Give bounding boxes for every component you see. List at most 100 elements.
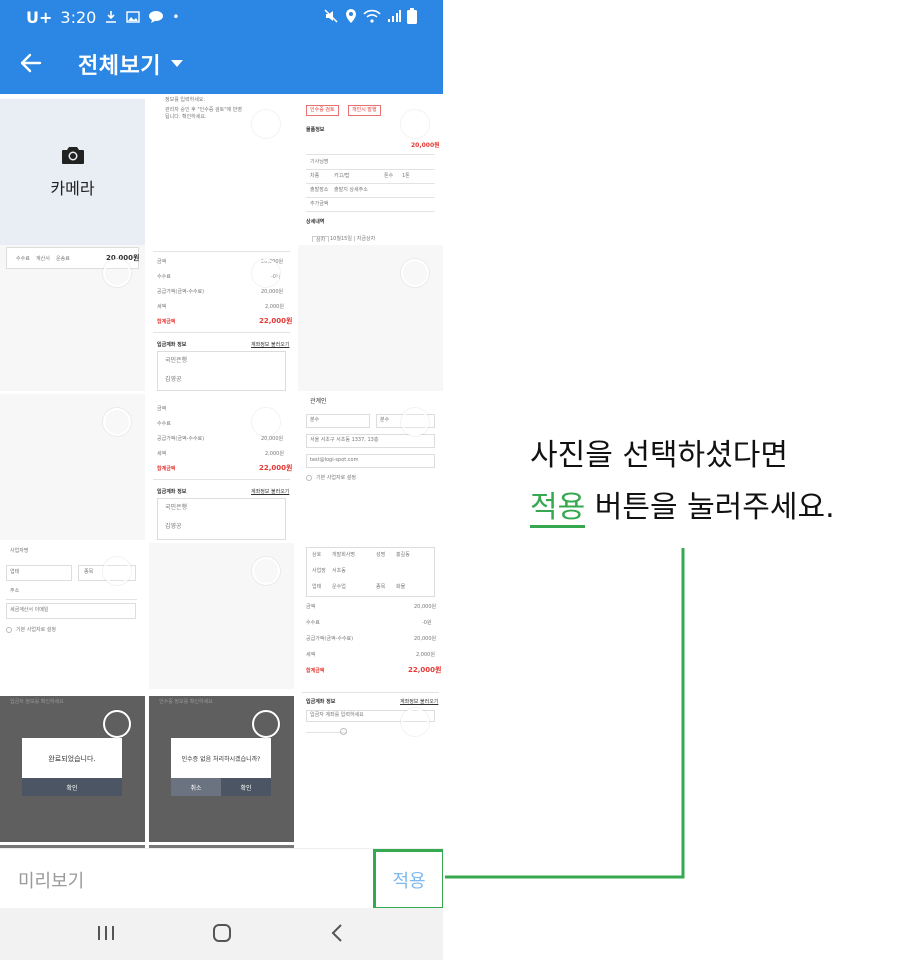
thumb-text: 분수 bbox=[380, 417, 390, 423]
location-icon bbox=[346, 9, 356, 23]
thumb-text: 입금계좌 정보 bbox=[157, 489, 187, 495]
dialog-confirm-button: 확인 bbox=[221, 778, 271, 796]
thumb-text: 관리자 승인 후 "인수증 검토"에 반영 bbox=[165, 107, 242, 113]
select-circle[interactable] bbox=[401, 110, 429, 138]
thumb-dialog: 인수증 없음 처리하시겠습니까? 취소 확인 bbox=[171, 738, 271, 796]
thumb-text: 국민은행 bbox=[165, 504, 188, 511]
thumb-text: 종목 bbox=[84, 569, 94, 575]
thumb-text: 종목 bbox=[376, 584, 386, 590]
image-icon bbox=[126, 11, 141, 23]
thumb-text: 세액 bbox=[157, 451, 167, 457]
thumb-text: 공급가액(금액-수수료) bbox=[157, 436, 205, 442]
thumb-text: 서울 서초구 서초동 1337, 13층 bbox=[310, 437, 379, 443]
thumb-price: 22,000원 bbox=[259, 464, 293, 472]
camera-icon bbox=[61, 147, 84, 164]
thumb-text: 업태 bbox=[312, 584, 322, 590]
select-circle[interactable] bbox=[252, 408, 280, 436]
thumb-plus-icon bbox=[340, 728, 347, 735]
photo-thumbnail[interactable]: 관계인 분수 분수 서울 서초구 서초동 1337, 13층 test@logi… bbox=[298, 394, 443, 540]
thumb-text: 금액 bbox=[157, 259, 167, 265]
thumb-text: 계산서 bbox=[36, 256, 50, 262]
select-circle[interactable] bbox=[252, 557, 280, 585]
select-circle[interactable] bbox=[103, 408, 131, 436]
status-dot: • bbox=[172, 10, 180, 24]
photo-thumbnail[interactable]: 금액 20,000원 수수료 -0원 공급가액(금액-수수료) 20,000원 … bbox=[149, 245, 294, 391]
caret-down-icon bbox=[170, 60, 183, 67]
photo-thumbnail[interactable]: 상호 개발회사명 성명 홍길동 사업장 서초동 업태 운수업 종목 화물 금액 … bbox=[298, 543, 443, 689]
camera-tile[interactable]: 카메라 bbox=[0, 99, 145, 245]
thumb-text: 기사님명 bbox=[310, 159, 329, 165]
photo-thumbnail[interactable]: 정보를 입력하세요. 관리자 승인 후 "인수증 검토"에 반영 됩니다. 확인… bbox=[149, 96, 294, 242]
nav-back-icon[interactable] bbox=[328, 922, 346, 944]
thumb-text: 홍길동 bbox=[396, 552, 410, 558]
thumb-text: 운송료 bbox=[56, 256, 70, 262]
thumb-text: 운수업 bbox=[332, 584, 346, 590]
thumb-checkbox bbox=[6, 627, 12, 633]
thumb-text: -0원 bbox=[422, 620, 432, 626]
thumb-text: 카고/탑 bbox=[334, 173, 350, 179]
apply-button[interactable]: 적용 bbox=[373, 849, 443, 910]
thumb-checkbox bbox=[306, 475, 312, 481]
thumb-text: 업태 bbox=[10, 569, 20, 575]
annotation-line-1: 사진을 선택하셨다면 bbox=[530, 438, 788, 473]
photo-thumbnail[interactable]: 입금계좌 정보 계좌정보 불러오기 입금자 계좌를 입력하세요 bbox=[298, 692, 443, 838]
dialog-buttons: 확인 bbox=[22, 778, 122, 796]
thumb-link: 계좌정보 불러오기 bbox=[251, 342, 290, 348]
dialog-cancel-button: 취소 bbox=[171, 778, 221, 796]
select-circle[interactable] bbox=[103, 710, 131, 738]
thumb-text: 10월15일 | 지금상차 bbox=[330, 236, 376, 242]
album-selector[interactable]: 전체보기 bbox=[78, 48, 183, 80]
thumb-text: 김영공 bbox=[165, 376, 182, 383]
app-bar: 전체보기 bbox=[0, 34, 443, 94]
thumb-text: 20,000원 bbox=[261, 436, 284, 442]
talk-icon bbox=[149, 11, 164, 23]
photo-thumbnail[interactable] bbox=[0, 394, 145, 540]
photo-thumbnail[interactable]: 입금자 정보를 확인하세요 완료되었습니다. 확인 bbox=[0, 696, 145, 842]
recent-apps-icon[interactable] bbox=[96, 922, 116, 944]
thumb-text: 톤수 bbox=[384, 173, 394, 179]
thumb-text: 세액 bbox=[306, 652, 316, 658]
select-circle[interactable] bbox=[401, 708, 429, 736]
thumb-text: 세액 bbox=[157, 304, 167, 310]
status-bar: U+ 3:20 • bbox=[0, 0, 443, 34]
thumb-text: 정보를 입력하세요. bbox=[165, 97, 205, 103]
bottom-action-bar: 미리보기 적용 bbox=[0, 848, 443, 910]
select-circle[interactable] bbox=[103, 259, 131, 287]
back-arrow-icon[interactable] bbox=[20, 52, 42, 74]
annotation-highlight: 적용 bbox=[530, 490, 586, 528]
dialog-message: 완료되었습니다. bbox=[48, 755, 96, 763]
thumb-text: 수수료 bbox=[306, 620, 320, 626]
photo-thumbnail[interactable]: 금액 수수료 공급가액(금액-수수료) 20,000원 세액 2,000원 합계… bbox=[149, 394, 294, 540]
thumb-chip: 상차 bbox=[312, 236, 330, 242]
select-circle[interactable] bbox=[103, 557, 131, 585]
status-time: 3:20 bbox=[60, 7, 97, 27]
thumb-text: 20,000원 bbox=[414, 604, 437, 610]
photo-thumbnail[interactable] bbox=[149, 543, 294, 689]
system-nav-bar bbox=[0, 908, 443, 960]
download-icon bbox=[106, 11, 117, 23]
preview-button[interactable]: 미리보기 bbox=[18, 867, 84, 893]
select-circle[interactable] bbox=[401, 259, 429, 287]
thumb-text: 수수료 bbox=[157, 421, 171, 427]
photo-thumbnail[interactable] bbox=[298, 245, 443, 391]
photo-thumbnail[interactable]: 사업자명 업태 종목 주소 세금계산서 이메일 기본 사업자로 설정 bbox=[0, 543, 145, 689]
home-icon[interactable] bbox=[211, 922, 233, 944]
thumb-text: 출발장소 bbox=[310, 187, 329, 193]
select-circle[interactable] bbox=[401, 408, 429, 436]
thumb-text: 입금자 정보를 확인하세요 bbox=[10, 699, 64, 705]
thumb-text: 관계인 bbox=[310, 398, 327, 405]
select-circle[interactable] bbox=[252, 110, 280, 138]
thumb-text: 수수료 bbox=[16, 256, 30, 262]
thumb-text: 합계금액 bbox=[157, 466, 176, 472]
thumb-text: 상세내역 bbox=[306, 219, 325, 225]
select-circle[interactable] bbox=[252, 259, 280, 287]
photo-grid: 카메라 정보를 입력하세요. 관리자 승인 후 "인수증 검토"에 반영 됩니다… bbox=[0, 96, 443, 848]
thumb-text: 입금계좌 정보 bbox=[157, 342, 187, 348]
photo-thumbnail[interactable]: 인수증 정보를 확인하세요 인수증 없음 처리하시겠습니까? 취소 확인 bbox=[149, 696, 294, 842]
thumb-text: 금액 bbox=[157, 406, 167, 412]
photo-thumbnail[interactable]: 인수증 검토 개인시 발행 물품정보 20,000원 기사님명 차종 카고/탑 … bbox=[298, 96, 443, 242]
select-circle[interactable] bbox=[252, 710, 280, 738]
photo-thumbnail[interactable]: 수수료 계산서 운송료 20,000원 bbox=[0, 245, 145, 391]
thumb-text: 상호 bbox=[312, 552, 322, 558]
thumb-tag: 인수증 검토 bbox=[306, 105, 339, 116]
